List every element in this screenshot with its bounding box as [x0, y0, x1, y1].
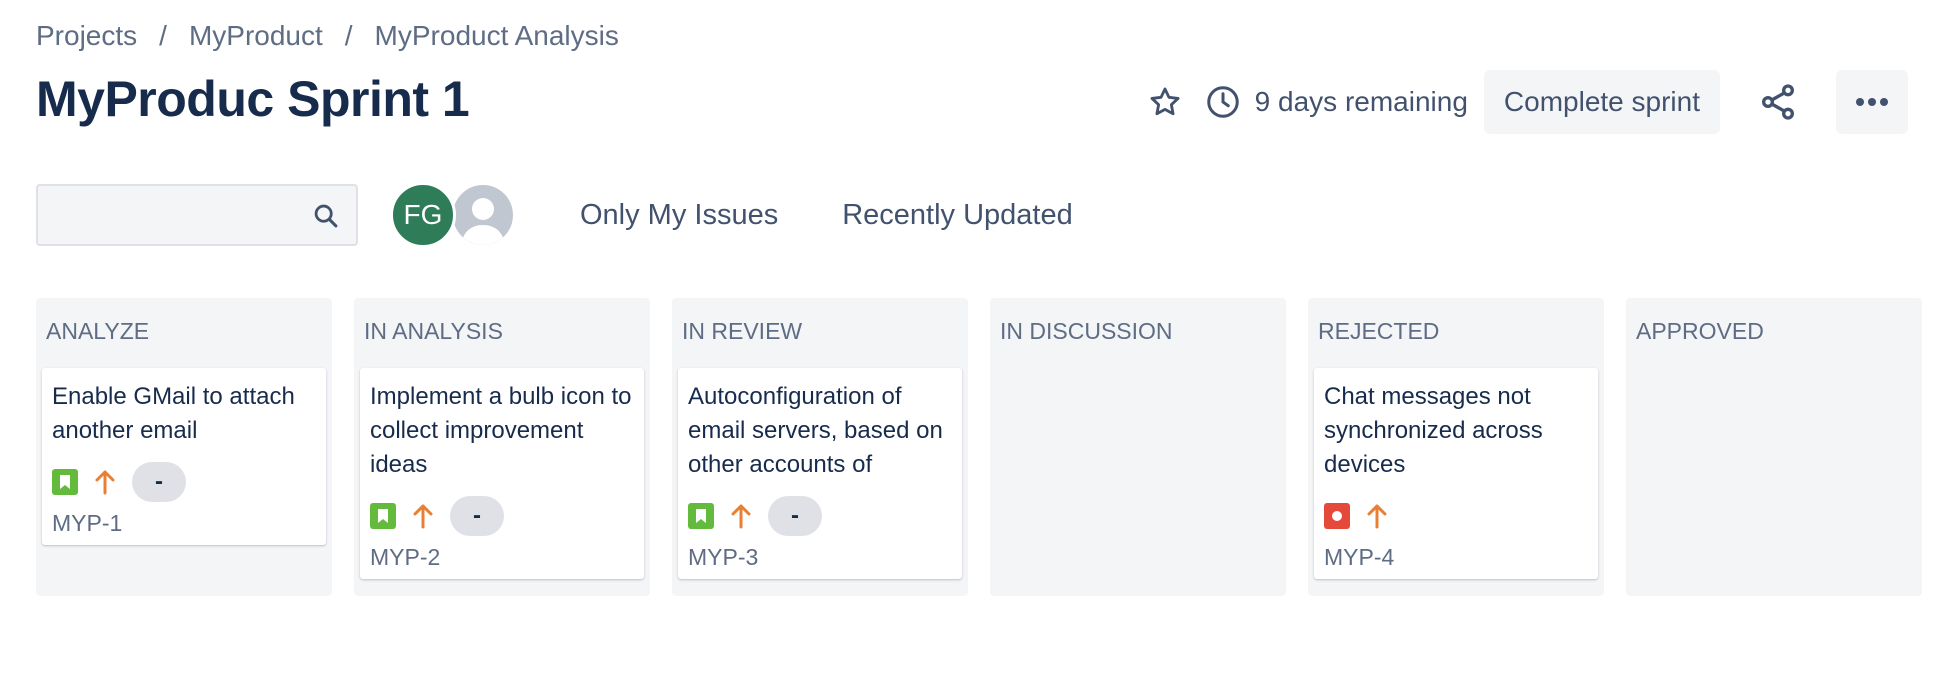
column-in-review: IN REVIEW Autoconfiguration of email ser… [672, 298, 968, 596]
breadcrumb-separator: / [159, 20, 167, 51]
story-icon [52, 469, 78, 495]
board-toolbar: FG Only My Issues Recently Updated [36, 180, 1083, 250]
card-meta: - [688, 496, 952, 536]
more-actions-button[interactable] [1836, 70, 1908, 134]
column-header: IN ANALYSIS [364, 318, 503, 344]
star-icon [1150, 87, 1180, 116]
estimate-badge: - [132, 462, 186, 502]
priority-high-icon [728, 503, 754, 529]
card-title: Chat messages not synchronized across de… [1324, 383, 1543, 478]
estimate-badge: - [450, 496, 504, 536]
column-header: APPROVED [1636, 318, 1764, 344]
priority-high-icon [1364, 503, 1390, 529]
search-input[interactable] [38, 186, 356, 244]
priority-high-icon [410, 503, 436, 529]
card-title: Implement a bulb icon to collect improve… [370, 383, 632, 478]
issue-card[interactable]: Autoconfiguration of email servers, base… [678, 368, 962, 579]
recently-updated-filter[interactable]: Recently Updated [832, 193, 1083, 238]
column-rejected: REJECTED Chat messages not synchronized … [1308, 298, 1604, 596]
column-header: REJECTED [1318, 318, 1440, 344]
card-meta [1324, 496, 1588, 536]
board: ANALYZE Enable GMail to attach another e… [36, 298, 1922, 596]
sprint-remaining: 9 days remaining [1205, 84, 1468, 120]
column-header: IN DISCUSSION [1000, 318, 1173, 344]
card-meta: - [52, 462, 316, 502]
star-button[interactable] [1139, 76, 1191, 128]
breadcrumb-separator: / [344, 20, 353, 51]
column-header: ANALYZE [46, 318, 150, 344]
clock-icon [1205, 84, 1241, 120]
breadcrumb-myproduct-analysis[interactable]: MyProduct Analysis [375, 20, 619, 52]
breadcrumb: Projects / MyProduct / MyProduct Analysi… [36, 20, 619, 52]
card-title: Enable GMail to attach another email [52, 383, 295, 444]
estimate-badge: - [768, 496, 822, 536]
search-box [36, 184, 358, 246]
bug-icon [1324, 503, 1350, 529]
avatar-unassigned[interactable] [450, 182, 516, 248]
avatar-filter-group: FG [390, 182, 516, 248]
breadcrumb-projects[interactable]: Projects [36, 20, 137, 52]
column-header: IN REVIEW [682, 318, 803, 344]
column-approved: APPROVED [1626, 298, 1922, 596]
card-title: Autoconfiguration of email servers, base… [688, 383, 943, 478]
issue-key[interactable]: MYP-4 [1324, 544, 1588, 571]
story-icon [688, 503, 714, 529]
issue-card[interactable]: Implement a bulb icon to collect improve… [360, 368, 644, 579]
card-meta: - [370, 496, 634, 536]
complete-sprint-button[interactable]: Complete sprint [1483, 70, 1720, 134]
column-in-discussion: IN DISCUSSION [990, 298, 1286, 596]
avatar[interactable]: FG [390, 182, 456, 248]
issue-card[interactable]: Chat messages not synchronized across de… [1314, 368, 1598, 579]
issue-key[interactable]: MYP-1 [52, 510, 316, 537]
share-button[interactable] [1746, 70, 1810, 134]
story-icon [370, 503, 396, 529]
issue-key[interactable]: MYP-2 [370, 544, 634, 571]
search-icon[interactable] [312, 202, 340, 230]
header-actions: 9 days remaining Complete sprint [1139, 70, 1908, 134]
remaining-text: 9 days remaining [1254, 86, 1468, 117]
page-title: MyProduc Sprint 1 [36, 71, 470, 127]
column-in-analysis: IN ANALYSIS Implement a bulb icon to col… [354, 298, 650, 596]
breadcrumb-myproduct[interactable]: MyProduct [189, 20, 323, 52]
only-my-issues-filter[interactable]: Only My Issues [570, 193, 788, 238]
issue-card[interactable]: Enable GMail to attach another email - M… [42, 368, 326, 545]
priority-high-icon [92, 469, 118, 495]
share-icon [1762, 84, 1794, 120]
user-icon [461, 198, 505, 245]
more-icon [1856, 98, 1888, 106]
issue-key[interactable]: MYP-3 [688, 544, 952, 571]
column-analyze: ANALYZE Enable GMail to attach another e… [36, 298, 332, 596]
